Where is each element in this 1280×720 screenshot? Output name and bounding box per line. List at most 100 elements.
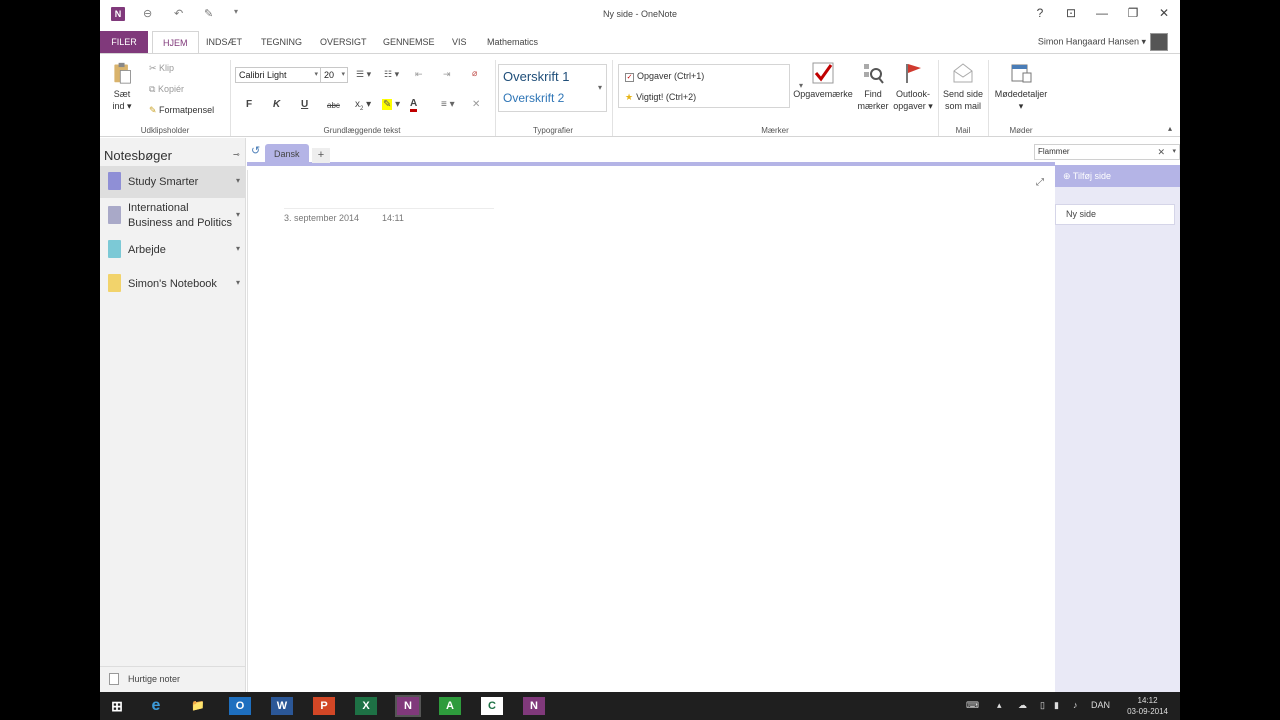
minimize-icon[interactable]: —: [1093, 6, 1111, 20]
start-button[interactable]: ⊞: [100, 695, 134, 717]
window-title: Ny side - OneNote: [602, 9, 678, 19]
styles-more-icon[interactable]: ▾: [598, 83, 602, 92]
tab-insert[interactable]: INDSÆT: [196, 31, 252, 53]
tab-home[interactable]: HJEM: [152, 31, 199, 53]
taskbar-excel[interactable]: X: [355, 697, 377, 715]
clipboard-group-label: Udklipsholder: [140, 126, 190, 135]
page-canvas[interactable]: 3. september 2014 14:11 ⤢: [247, 170, 1055, 692]
cut-icon: ✂: [149, 63, 160, 73]
find-tags-button[interactable]: Find mærker: [856, 62, 890, 112]
network-icon[interactable]: ▮: [1054, 700, 1059, 711]
collapse-ribbon-icon[interactable]: ▴: [1168, 124, 1172, 133]
add-section-button[interactable]: +: [312, 148, 330, 163]
sync-icon[interactable]: ↺: [251, 144, 260, 157]
taskbar-onenote[interactable]: N: [395, 695, 421, 717]
onedrive-icon[interactable]: ☁: [1018, 700, 1027, 711]
bold-button[interactable]: F: [246, 99, 252, 110]
italic-button[interactable]: K: [273, 99, 280, 110]
close-icon[interactable]: ✕: [1155, 6, 1173, 20]
taskbar-camtasia[interactable]: C: [481, 697, 503, 715]
numbering-button[interactable]: ☷ ▾: [384, 69, 399, 80]
taskbar-onenote-2[interactable]: N: [523, 697, 545, 715]
style-heading-1[interactable]: Overskrift 1: [503, 69, 569, 84]
taskbar-outlook[interactable]: O: [229, 697, 251, 715]
delete-icon[interactable]: ✕: [472, 99, 480, 110]
increase-indent-icon[interactable]: ⇥: [443, 69, 451, 80]
checkbox-icon: ✓: [625, 73, 634, 82]
decrease-indent-icon[interactable]: ⇤: [415, 69, 423, 80]
paste-button[interactable]: Sæt ind ▾: [110, 62, 134, 112]
chevron-down-icon[interactable]: ▾: [236, 210, 240, 219]
chevron-down-icon[interactable]: ▾: [1172, 145, 1176, 159]
show-hidden-icons-icon[interactable]: ▴: [997, 700, 1002, 711]
taskbar-explorer[interactable]: 📁: [180, 695, 216, 717]
chevron-down-icon[interactable]: ▾: [236, 176, 240, 185]
search-input[interactable]: Flammer ✕ ▾: [1034, 144, 1180, 160]
keyboard-icon[interactable]: ⌨: [966, 700, 979, 711]
underline-button[interactable]: U: [301, 99, 308, 110]
chevron-down-icon[interactable]: ▾: [236, 278, 240, 287]
clear-search-icon[interactable]: ✕: [1157, 145, 1165, 159]
bullets-button[interactable]: ☰ ▾: [356, 69, 371, 80]
tab-mathematics[interactable]: Mathematics: [477, 31, 548, 53]
section-tab[interactable]: Dansk: [265, 144, 309, 166]
add-page-button[interactable]: ⊕ Tilføj side: [1055, 165, 1180, 187]
language-indicator[interactable]: DAN: [1091, 700, 1110, 710]
tab-draw[interactable]: TEGNING: [251, 31, 312, 53]
meeting-details-button[interactable]: Mødedetaljer ▾: [992, 62, 1050, 112]
meeting-details-label: Mødedetaljer: [994, 89, 1048, 99]
tab-review-overview[interactable]: OVERSIGT: [310, 31, 377, 53]
clock[interactable]: 14:12 03-09-2014: [1127, 695, 1168, 717]
taskbar-powerpoint[interactable]: P: [313, 697, 335, 715]
ribbon: Sæt ind ▾ ✂ Klip ⧉ Kopiér ✎ Formatpensel…: [100, 53, 1180, 137]
user-account[interactable]: Simon Hangaard Hansen ▾: [1038, 33, 1168, 51]
font-name-select[interactable]: Calibri Light ▾: [235, 67, 321, 83]
clear-formatting-icon[interactable]: ⌀: [472, 68, 477, 79]
page-title-line[interactable]: [284, 208, 494, 209]
tags-gallery[interactable]: ✓ Opgaver (Ctrl+1) ★ Vigtigt! (Ctrl+2) ▾: [618, 64, 803, 108]
format-painter-icon: ✎: [149, 105, 160, 115]
clock-time: 14:12: [1137, 696, 1158, 705]
taskbar-word[interactable]: W: [271, 697, 293, 715]
outlook-tasks-button[interactable]: Outlook- opgaver ▾: [891, 62, 935, 112]
pin-icon[interactable]: ⊸: [233, 150, 240, 159]
todo-tag-button[interactable]: Opgavemærke: [793, 62, 853, 100]
help-icon[interactable]: ?: [1031, 6, 1049, 20]
volume-icon[interactable]: ♪: [1073, 700, 1078, 710]
format-painter-button[interactable]: ✎ Formatpensel: [149, 105, 214, 116]
notebook-item[interactable]: Arbejde ▾: [100, 234, 246, 266]
tag-important[interactable]: ★ Vigtigt! (Ctrl+2): [625, 92, 696, 103]
notebook-item[interactable]: Study Smarter ▾: [100, 166, 246, 198]
align-button[interactable]: ≡ ▾: [441, 99, 455, 110]
todo-tag-label: Opgavemærke: [793, 89, 853, 99]
divider: [612, 60, 613, 136]
notebook-item[interactable]: International Business and Politics ▾: [100, 200, 246, 232]
quick-notes-button[interactable]: Hurtige noter: [100, 666, 246, 692]
restore-icon[interactable]: ❐: [1124, 6, 1142, 20]
page-date: 3. september 2014: [284, 213, 360, 223]
taskbar-app[interactable]: A: [439, 697, 461, 715]
font-size-select[interactable]: 20 ▾: [320, 67, 348, 83]
tab-view[interactable]: VIS: [442, 31, 477, 53]
tab-gennemse[interactable]: GENNEMSE: [373, 31, 445, 53]
tab-file[interactable]: FILER: [100, 31, 148, 53]
highlight-button[interactable]: ✎ ▾: [382, 99, 400, 110]
strikethrough-button[interactable]: abc: [327, 101, 340, 110]
taskbar-ie[interactable]: e: [138, 695, 174, 717]
add-page-label: Tilføj side: [1072, 171, 1112, 181]
tag-todo[interactable]: ✓ Opgaver (Ctrl+1): [625, 71, 704, 82]
chevron-down-icon: ▾: [314, 71, 318, 78]
battery-icon[interactable]: ▯: [1040, 700, 1045, 711]
copy-button[interactable]: ⧉ Kopiér: [149, 84, 184, 95]
page-list-item[interactable]: Ny side: [1055, 204, 1175, 225]
style-heading-2[interactable]: Overskrift 2: [503, 91, 564, 105]
font-color-button[interactable]: A: [410, 99, 418, 112]
notebook-item[interactable]: Simon's Notebook ▾: [100, 268, 246, 300]
styles-gallery[interactable]: Overskrift 1 Overskrift 2 ▾: [498, 64, 607, 112]
send-page-mail-button[interactable]: Send side som mail: [941, 62, 985, 112]
expand-icon[interactable]: ⤢: [1036, 177, 1044, 188]
chevron-down-icon[interactable]: ▾: [236, 244, 240, 253]
full-page-icon[interactable]: ⊡: [1062, 6, 1080, 20]
cut-button[interactable]: ✂ Klip: [149, 63, 174, 74]
subscript-button[interactable]: x2 ▾: [355, 99, 371, 112]
